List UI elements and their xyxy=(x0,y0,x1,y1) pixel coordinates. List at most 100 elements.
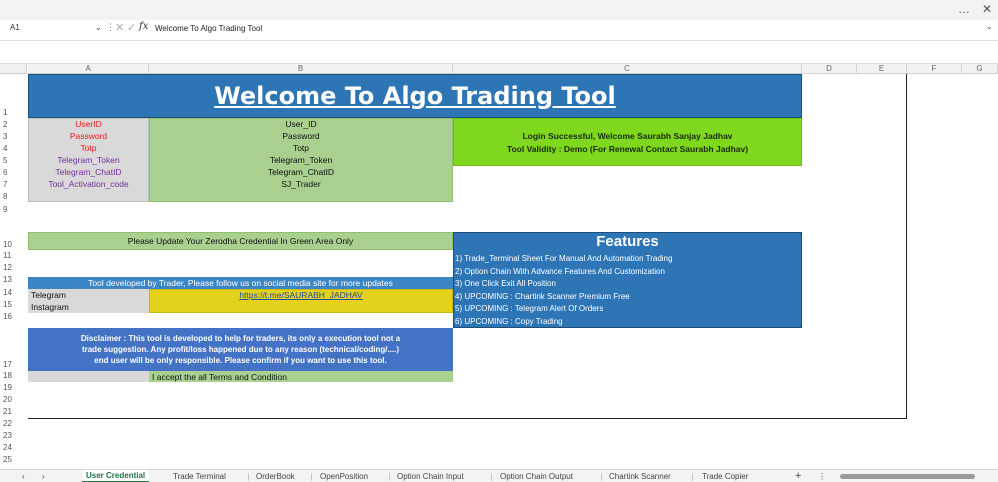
row-header[interactable]: 24 xyxy=(0,441,27,453)
activation-code-field[interactable]: SJ_Trader xyxy=(149,178,453,190)
tab-chartink-scanner[interactable]: Chartink Scanner xyxy=(609,472,671,481)
row-header[interactable]: 12 xyxy=(0,261,27,273)
row-header[interactable]: 25 xyxy=(0,453,27,465)
terms-text[interactable]: I accept the all Terms and Condition xyxy=(149,371,453,382)
feature-item: 2) Option Chain With Advance Features An… xyxy=(455,266,665,276)
column-header-d[interactable]: D xyxy=(802,64,857,74)
row-header[interactable]: 10 xyxy=(0,215,27,250)
disclaimer-line: trade suggestion. Any profit/loss happen… xyxy=(81,345,400,354)
more-options-icon[interactable]: … xyxy=(958,2,970,16)
row-header[interactable]: 6 xyxy=(0,166,27,178)
password-field[interactable]: Password xyxy=(149,130,453,142)
column-header-g[interactable]: G xyxy=(962,64,998,74)
row-header[interactable]: 9 xyxy=(0,202,27,215)
label-telegram-token: Telegram_Token xyxy=(57,155,120,165)
formula-bar-extension xyxy=(0,41,998,64)
label-userid: UserID xyxy=(75,119,102,129)
tab-separator xyxy=(311,473,312,481)
tab-options-icon[interactable]: ⋮ xyxy=(818,472,826,481)
feature-item: 1) Trade_Terminal Sheet For Manual And A… xyxy=(455,254,673,263)
instagram-label: Instagram xyxy=(28,301,149,313)
row-header[interactable]: 16 xyxy=(0,310,27,322)
sheet-tab-bar: ‹ › User Credential Trade Terminal Order… xyxy=(0,469,998,482)
tab-trade-terminal[interactable]: Trade Terminal xyxy=(173,472,226,481)
expand-formula-bar-icon[interactable]: ⌄ xyxy=(986,22,993,31)
row-header[interactable]: 13 xyxy=(0,273,27,285)
add-sheet-icon[interactable]: + xyxy=(795,470,801,482)
close-icon[interactable]: ✕ xyxy=(982,2,992,16)
prev-sheet-icon[interactable]: ‹ xyxy=(22,472,25,481)
row-header[interactable]: 2 xyxy=(0,118,27,130)
tab-option-chain-output[interactable]: Option Chain Output xyxy=(500,472,573,481)
telegram-link[interactable]: https://t.me/SAURABH_JADHAV xyxy=(149,289,453,301)
enter-check-icon[interactable]: ✓ xyxy=(127,21,136,34)
update-note: Please Update Your Zerodha Credential In… xyxy=(28,232,453,250)
insert-function-icon[interactable]: fx xyxy=(139,21,148,32)
userid-field[interactable]: User_ID xyxy=(149,118,453,130)
row-header[interactable]: 7 xyxy=(0,178,27,190)
row-header[interactable]: 23 xyxy=(0,429,27,441)
label-totp: Totp xyxy=(80,143,97,153)
feature-item: 6) UPCOMING : Copy Trading xyxy=(455,316,563,326)
title-banner[interactable]: Welcome To Algo Trading Tool xyxy=(28,74,802,118)
label-password: Password xyxy=(69,131,108,141)
disclaimer-box: Disclaimer : This tool is developed to h… xyxy=(28,328,453,371)
formula-bar: A1 ⌄ ⋮ ✕ ✓ fx Welcome To Algo Trading To… xyxy=(0,20,998,41)
row-header[interactable]: 5 xyxy=(0,154,27,166)
row-header[interactable]: 19 xyxy=(0,381,27,393)
row-header[interactable]: 22 xyxy=(0,417,27,429)
column-header-b[interactable]: B xyxy=(149,64,453,74)
name-box[interactable]: A1 xyxy=(10,23,20,32)
disclaimer-line: end user will be only responsible. Pleas… xyxy=(94,356,387,365)
features-title: Features xyxy=(596,233,659,250)
row-header[interactable]: 14 xyxy=(0,285,27,298)
telegram-token-field[interactable]: Telegram_Token xyxy=(149,154,453,166)
row-header[interactable]: 17 xyxy=(0,322,27,370)
cancel-icon[interactable]: ✕ xyxy=(115,21,124,34)
row-header[interactable]: 15 xyxy=(0,298,27,310)
row-header[interactable]: 18 xyxy=(0,370,27,381)
row-header[interactable]: 3 xyxy=(0,130,27,142)
select-all-corner[interactable] xyxy=(0,64,27,74)
row-header[interactable]: 11 xyxy=(0,250,27,261)
tab-orderbook[interactable]: OrderBook xyxy=(256,472,295,481)
tab-user-credential[interactable]: User Credential xyxy=(82,470,150,482)
tab-trade-copier[interactable]: Trade Copier xyxy=(702,472,748,481)
tab-openposition[interactable]: OpenPosition xyxy=(320,472,368,481)
label-activation-code: Tool_Activation_code xyxy=(48,179,129,189)
tab-separator xyxy=(692,473,693,481)
column-header-e[interactable]: E xyxy=(857,64,907,74)
login-status-line2: Tool Validity : Demo (For Renewal Contac… xyxy=(506,143,749,154)
worksheet-grid[interactable]: A B C D E F G 1 2 3 4 5 6 7 8 9 10 11 12… xyxy=(0,64,998,469)
row-header[interactable]: 4 xyxy=(0,142,27,154)
horizontal-scrollbar[interactable] xyxy=(840,474,975,479)
column-header-a[interactable]: A xyxy=(28,64,149,74)
column-header-c[interactable]: C xyxy=(453,64,802,74)
label-telegram-chatid: Telegram_ChatID xyxy=(55,167,122,177)
follow-note: Tool developed by Trader, Please follow … xyxy=(28,277,453,289)
tab-option-chain-input[interactable]: Option Chain Input xyxy=(397,472,464,481)
formula-bar-separator-icon: ⋮ xyxy=(106,22,115,32)
row-header[interactable]: 20 xyxy=(0,393,27,405)
feature-item: 3) One Click Exit All Position xyxy=(455,279,556,288)
tab-separator xyxy=(389,473,390,481)
row-header[interactable]: 1 xyxy=(0,74,27,118)
row-header[interactable]: 8 xyxy=(0,190,27,202)
login-status-box: Login Successful, Welcome Saurabh Sanjay… xyxy=(453,118,802,166)
column-header-f[interactable]: F xyxy=(907,64,962,74)
window-top-bar: … ✕ xyxy=(0,0,998,20)
terms-checkbox-cell[interactable] xyxy=(28,371,149,382)
name-box-chevron-icon[interactable]: ⌄ xyxy=(95,23,102,32)
totp-field[interactable]: Totp xyxy=(149,142,453,154)
feature-item: 4) UPCOMING : Chartink Scanner Premium F… xyxy=(455,291,630,301)
next-sheet-icon[interactable]: › xyxy=(42,472,45,481)
tab-separator xyxy=(248,473,249,481)
row-header[interactable]: 21 xyxy=(0,405,27,417)
telegram-chatid-field[interactable]: Telegram_ChatID xyxy=(149,166,453,178)
disclaimer-line: Disclaimer : This tool is developed to h… xyxy=(80,334,401,343)
formula-input[interactable]: Welcome To Algo Trading Tool xyxy=(155,24,262,33)
title-text: Welcome To Algo Trading Tool xyxy=(214,82,616,110)
features-box: Features 1) Trade_Terminal Sheet For Man… xyxy=(453,232,802,328)
tab-separator xyxy=(601,473,602,481)
login-status-line1: Login Successful, Welcome Saurabh Sanjay… xyxy=(522,130,733,141)
